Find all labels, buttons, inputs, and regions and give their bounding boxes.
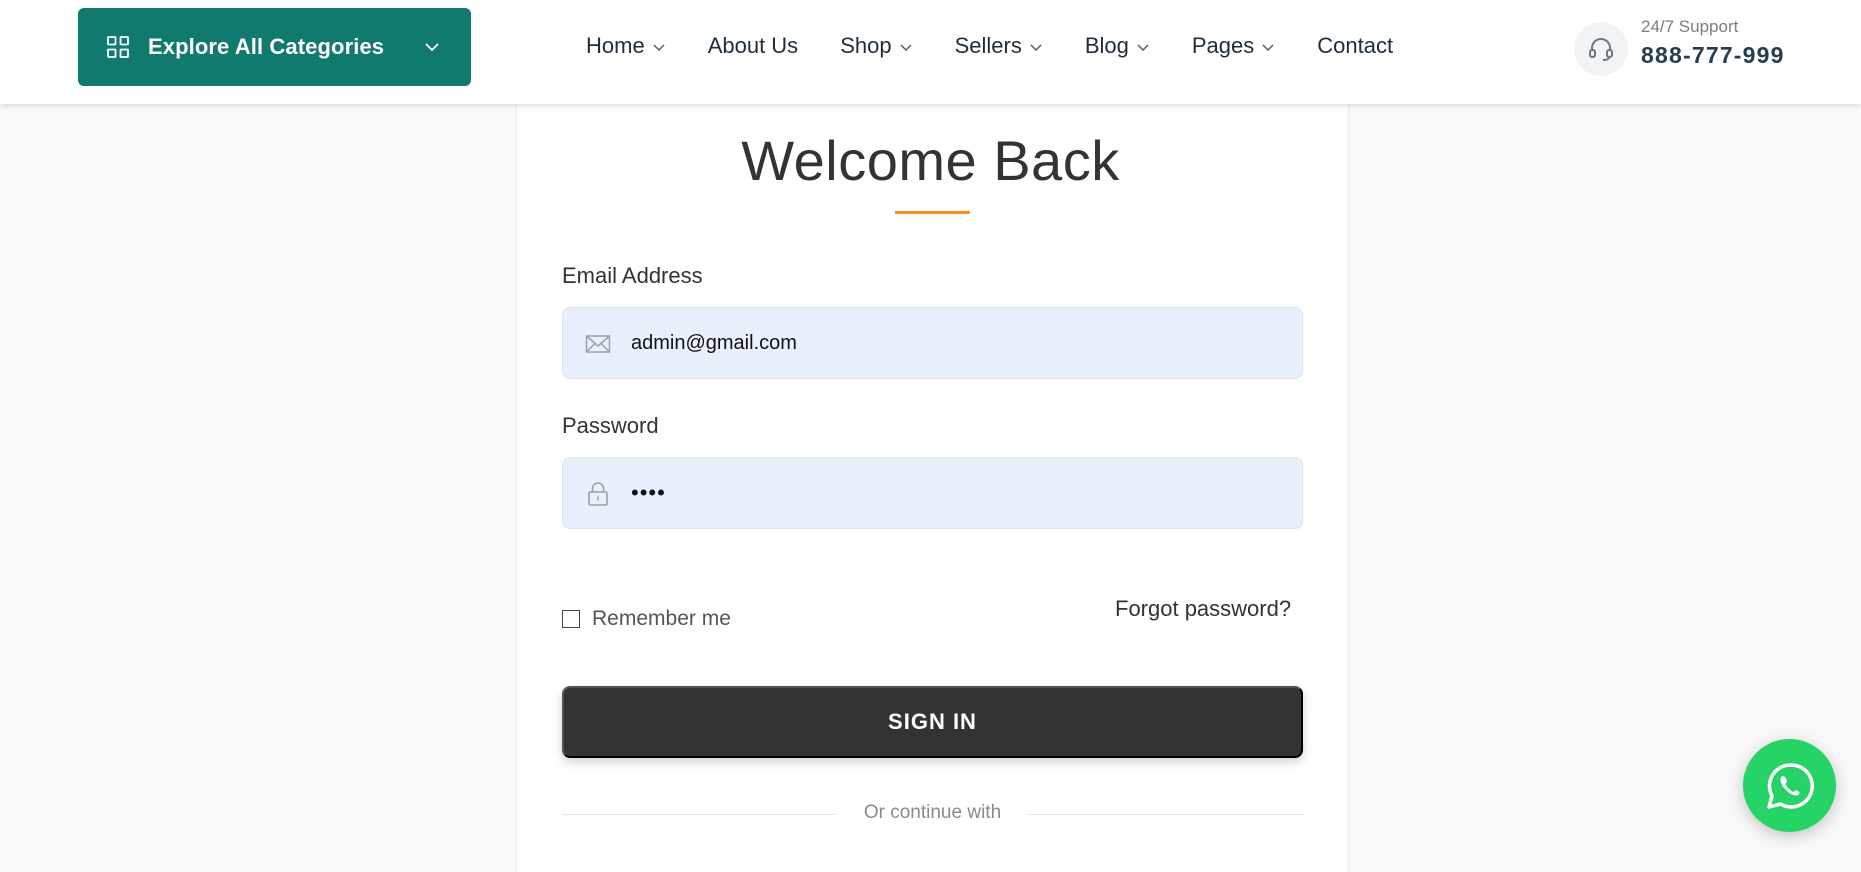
password-input[interactable] <box>631 458 1281 528</box>
envelope-icon <box>585 335 611 353</box>
grid-icon <box>107 36 129 58</box>
forgot-password-link[interactable]: Forgot password? <box>1115 596 1291 622</box>
nav-item-contact[interactable]: Contact <box>1317 33 1393 59</box>
checkbox-box[interactable] <box>562 610 580 628</box>
header-bar: Explore All Categories Home About Us Sho… <box>0 0 1861 104</box>
chevron-down-icon <box>1137 44 1149 51</box>
nav-item-pages[interactable]: Pages <box>1192 33 1275 59</box>
divider-text: Or continue with <box>863 802 1002 823</box>
sign-in-button[interactable]: SIGN IN <box>562 686 1303 758</box>
support-phone[interactable]: 888-777-999 <box>1641 42 1785 69</box>
headset-icon <box>1574 22 1628 76</box>
nav-item-shop[interactable]: Shop <box>840 33 912 59</box>
email-label: Email Address <box>562 263 703 288</box>
remember-me-label: Remember me <box>592 607 731 630</box>
explore-categories-label: Explore All Categories <box>148 34 385 59</box>
email-field[interactable] <box>562 307 1303 379</box>
chevron-down-icon <box>1030 44 1042 51</box>
chevron-down-icon <box>1262 44 1274 51</box>
password-label: Password <box>562 413 659 438</box>
nav-item-label: Home <box>586 33 645 58</box>
nav-item-home[interactable]: Home <box>586 33 666 59</box>
support-label: 24/7 Support <box>1641 17 1739 36</box>
chevron-down-icon <box>425 43 439 52</box>
explore-categories-button[interactable]: Explore All Categories <box>78 8 471 86</box>
divider-line-right <box>1029 814 1303 815</box>
nav-item-blog[interactable]: Blog <box>1085 33 1150 59</box>
nav-item-label: Sellers <box>954 33 1022 58</box>
password-field[interactable] <box>562 457 1303 529</box>
chevron-down-icon <box>900 44 912 51</box>
title-underline <box>895 211 970 214</box>
nav-item-label: Shop <box>840 33 892 58</box>
whatsapp-chat-button[interactable] <box>1743 739 1836 832</box>
nav-item-about-us[interactable]: About Us <box>708 33 799 59</box>
remember-me-checkbox[interactable]: Remember me <box>562 607 731 631</box>
nav-item-label: Pages <box>1191 33 1255 58</box>
chevron-down-icon <box>653 44 665 51</box>
main-nav: Home About Us Shop Sellers Blog Pages Co… <box>586 0 1435 92</box>
nav-item-sellers[interactable]: Sellers <box>955 33 1043 59</box>
nav-item-label: Contact <box>1317 33 1394 58</box>
page-title: Welcome Back <box>741 129 1120 192</box>
nav-item-label: Blog <box>1084 33 1129 58</box>
lock-icon <box>588 482 608 506</box>
whatsapp-icon <box>1766 762 1814 809</box>
nav-item-label: About Us <box>707 33 799 58</box>
email-input[interactable] <box>631 308 1281 378</box>
